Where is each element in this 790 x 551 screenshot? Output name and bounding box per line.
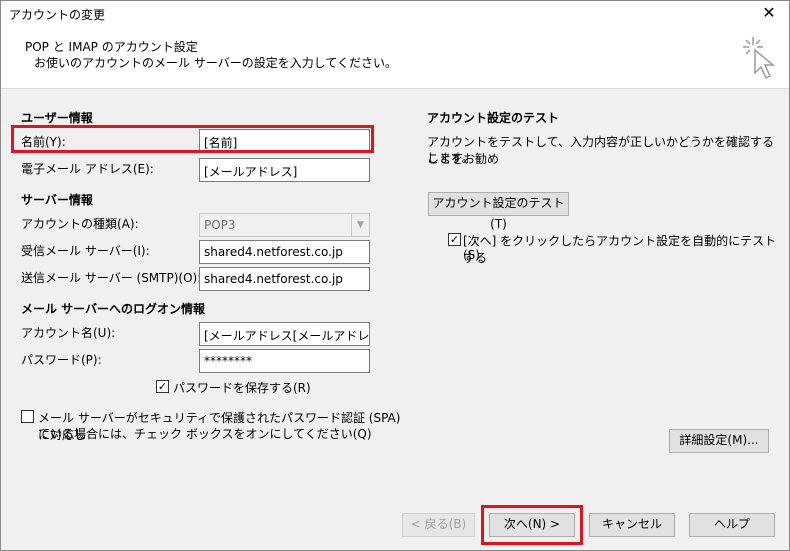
save-password-checkbox[interactable]: ✓: [156, 380, 169, 393]
test-settings-heading: アカウント設定のテスト: [427, 111, 560, 125]
account-name-label: アカウント名(U):: [21, 326, 116, 340]
dialog-footer: < 戻る(B) 次へ(N) > キャンセル ヘルプ: [1, 505, 789, 550]
outgoing-server-label: 送信メール サーバー (SMTP)(O):: [21, 271, 202, 285]
account-change-dialog: アカウントの変更 ✕ POP と IMAP のアカウント設定 お使いのアカウント…: [0, 0, 790, 551]
email-field[interactable]: [メールアドレス]: [199, 158, 370, 182]
password-field[interactable]: ********: [199, 349, 370, 373]
auto-test-label-line2: (S): [463, 248, 480, 262]
outgoing-server-field[interactable]: shared4.netforest.co.jp: [199, 267, 370, 291]
account-settings-panel: ユーザー情報 名前(Y): [名前] 電子メール アドレス(E): [メールアド…: [9, 98, 402, 506]
incoming-server-field[interactable]: shared4.netforest.co.jp: [199, 240, 370, 264]
title-bar: アカウントの変更 ✕: [1, 1, 789, 27]
user-info-heading: ユーザー情報: [21, 111, 93, 125]
next-highlight-box: [481, 505, 583, 545]
header-subtitle: お使いのアカウントのメール サーバーの設定を入力してください。: [34, 56, 397, 70]
window-title: アカウントの変更: [9, 8, 106, 22]
logon-info-heading: メール サーバーへのログオン情報: [21, 302, 206, 316]
account-type-label: アカウントの種類(A):: [21, 217, 139, 231]
email-label: 電子メール アドレス(E):: [21, 162, 154, 176]
help-button[interactable]: ヘルプ: [689, 513, 775, 537]
test-account-settings-button[interactable]: アカウント設定のテスト(T): [428, 192, 569, 231]
chevron-down-icon: ▼: [351, 214, 369, 236]
close-icon[interactable]: ✕: [759, 3, 779, 23]
header-title: POP と IMAP のアカウント設定: [25, 40, 198, 54]
back-button[interactable]: < 戻る(B): [402, 513, 475, 537]
account-name-field[interactable]: [メールアドレス[メールアドレス]]: [199, 322, 370, 346]
name-highlight-box: [11, 125, 374, 153]
account-type-value: POP3: [204, 218, 236, 232]
auto-test-label-line1: [次へ] をクリックしたらアカウント設定を自動的にテストする: [463, 234, 777, 265]
test-settings-panel: アカウント設定のテスト アカウントをテストして、入力内容が正しいかどうかを確認す…: [415, 98, 783, 466]
spa-checkbox[interactable]: [21, 410, 34, 423]
test-description-line2: します。: [427, 151, 474, 165]
server-info-heading: サーバー情報: [21, 193, 93, 207]
advanced-settings-button[interactable]: 詳細設定(M)...: [669, 429, 769, 453]
save-password-label: パスワードを保存する(R): [173, 381, 311, 395]
cursor-sparkle-icon: [743, 37, 776, 80]
spa-label-line2: ている場合には、チェック ボックスをオンにしてください(Q): [38, 427, 372, 441]
cancel-button[interactable]: キャンセル: [589, 513, 675, 537]
auto-test-checkbox[interactable]: ✓: [448, 233, 461, 246]
account-type-select: POP3 ▼: [199, 213, 370, 237]
dialog-header: POP と IMAP のアカウント設定 お使いのアカウントのメール サーバーの設…: [1, 27, 789, 89]
incoming-server-label: 受信メール サーバー(I):: [21, 244, 150, 258]
password-label: パスワード(P):: [21, 353, 102, 367]
test-description-line1: アカウントをテストして、入力内容が正しいかどうかを確認することをお勧め: [427, 135, 775, 166]
